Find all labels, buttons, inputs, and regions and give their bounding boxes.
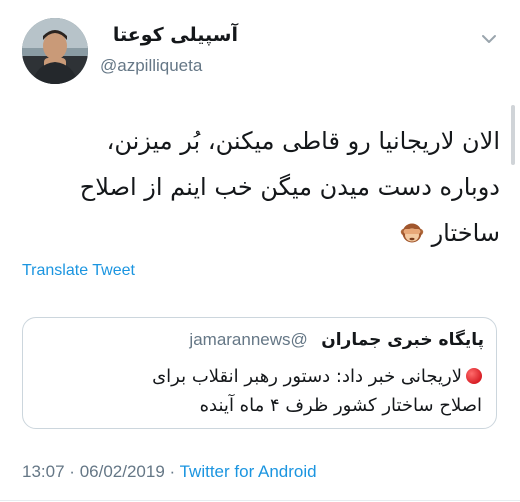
tweet-line-with-emoji: ساختار: [20, 210, 500, 256]
chevron-down-icon[interactable]: [478, 30, 500, 48]
quoted-line-text: لاریجانی خبر داد: دستور رهبر انقلاب برای: [152, 366, 462, 387]
quoted-line: اصلاح ساختار کشور ظرف ۴ ماه آینده: [199, 395, 482, 416]
divider: [0, 500, 520, 501]
tweet-text: الان لاریجانیا رو قاطی میکنن، بُر میزنن،…: [20, 118, 500, 256]
author-display-name[interactable]: آسپیلی کوعتا: [98, 24, 238, 46]
tweet-meta: 13:07 · 06/02/2019 · Twitter for Android: [22, 462, 317, 482]
translate-tweet-link[interactable]: Translate Tweet: [22, 262, 135, 280]
tweet-date[interactable]: 06/02/2019: [80, 462, 165, 481]
quoted-header: پایگاه خبری جماران @jamarannews: [189, 330, 484, 350]
tweet-line: ساختار: [431, 219, 500, 247]
quoted-tweet[interactable]: پایگاه خبری جماران @jamarannews لاریجانی…: [22, 317, 497, 429]
meta-separator: ·: [169, 462, 176, 481]
quoted-text: لاریجانی خبر داد: دستور رهبر انقلاب برای…: [42, 362, 482, 420]
quoted-display-name[interactable]: پایگاه خبری جماران: [321, 330, 484, 350]
scrollbar[interactable]: [511, 105, 515, 165]
tweet-source-link[interactable]: Twitter for Android: [180, 462, 317, 481]
avatar[interactable]: [22, 18, 88, 84]
tweet-line: الان لاریجانیا رو قاطی میکنن، بُر میزنن،: [106, 127, 500, 155]
meta-separator: ·: [69, 462, 75, 481]
tweet-line: دوباره دست میدن میگن خب اینم از اصلاح: [79, 173, 500, 201]
red-circle-icon: [466, 368, 482, 384]
tweet-time[interactable]: 13:07: [22, 462, 65, 481]
quoted-line: لاریجانی خبر داد: دستور رهبر انقلاب برای: [42, 362, 482, 391]
quoted-handle[interactable]: @jamarannews: [189, 330, 307, 349]
author-handle[interactable]: @azpilliqueta: [100, 56, 202, 76]
see-no-evil-monkey-icon: [400, 214, 424, 243]
